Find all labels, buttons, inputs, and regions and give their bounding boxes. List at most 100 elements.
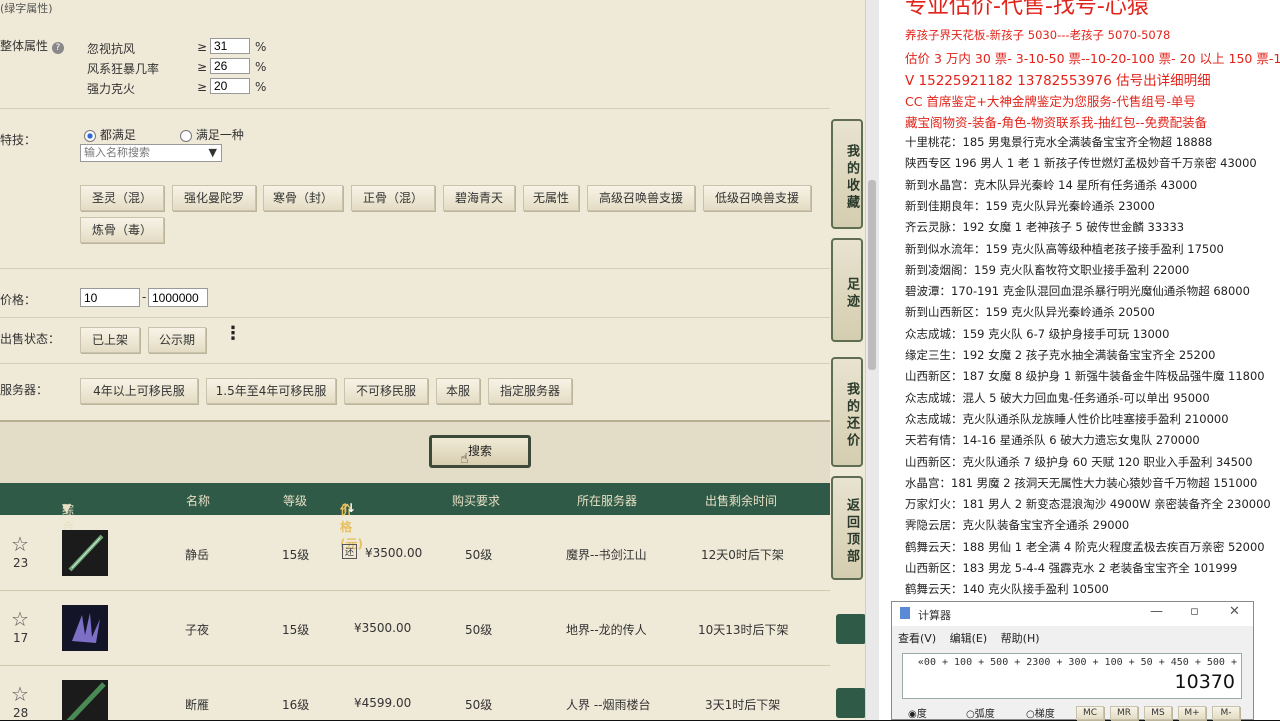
item-name[interactable]: 断雁: [185, 696, 209, 713]
chevron-down-icon: ▼: [208, 146, 217, 159]
search-bar-area: [0, 422, 830, 483]
skill-button[interactable]: 正骨（混）: [351, 185, 435, 211]
attr-value-input[interactable]: [210, 38, 250, 54]
item-name[interactable]: 子夜: [185, 621, 209, 638]
calculator-window[interactable]: 计算器 — ▫ ✕ 查看(V) 编辑(E) 帮助(H) «00 + 100 + …: [891, 601, 1254, 720]
whole-attr-label: 整体属性 ?: [0, 37, 64, 54]
attr-value-input[interactable]: [210, 78, 250, 94]
help-icon[interactable]: ?: [51, 42, 64, 54]
attr-unit: %: [255, 40, 267, 54]
calc-display: «00 + 100 + 500 + 2300 + 300 + 100 + 50 …: [902, 653, 1242, 699]
radio-unchecked-icon: ○: [966, 709, 975, 720]
star-icon[interactable]: ☆: [11, 607, 29, 631]
side-tab-history[interactable]: 足迹: [831, 238, 863, 342]
notes-red-line: CC 首席鉴定+大神金牌鉴定为您服务-代售组号-单号: [905, 94, 1196, 109]
table-row[interactable]: ☆ 23 静岳 15级 还 ¥3500.00 50级 魔界--书剑江山 12天0…: [0, 516, 830, 591]
divider: [0, 268, 830, 269]
skill-search-select[interactable]: 输入名称搜索 ▼: [80, 144, 222, 162]
divider: [0, 363, 830, 364]
search-button[interactable]: 搜索 ☝: [429, 435, 531, 468]
calc-menu-help[interactable]: 帮助(H): [1001, 632, 1040, 645]
buy-button[interactable]: [836, 614, 865, 644]
skill-button[interactable]: 碧海青天: [443, 185, 515, 211]
notes-line: 山西新区：183 男龙 5-4-4 强霹克水 2 老装备宝宝齐全 101999: [905, 561, 1238, 575]
notes-red-line: V 15225921182 13782553976 估号出详细明细: [905, 73, 1211, 89]
col-server: 所在服务器: [577, 494, 638, 508]
skill-button[interactable]: 强化曼陀罗: [172, 185, 256, 211]
fav-count: 17: [13, 631, 29, 645]
table-row[interactable]: ☆ 28 断雁 16级 ¥4599.00 50级 人界 --烟雨楼台 3天1时后…: [0, 666, 830, 720]
server-option-button[interactable]: 1.5年至4年可移民服: [206, 378, 336, 404]
calc-mplus-button[interactable]: M+: [1178, 706, 1206, 720]
item-thumbnail[interactable]: [62, 605, 108, 651]
item-time: 12天0时后下架: [701, 548, 784, 562]
radio-degree[interactable]: ◉度: [908, 705, 927, 720]
calc-mminus-button[interactable]: M-: [1212, 706, 1240, 720]
notes-line: 天若有情：14-16 星通杀队 6 破大力遗忘女鬼队 270000: [905, 433, 1200, 448]
skill-button[interactable]: 炼骨（毒）: [80, 217, 164, 243]
status-label: 出售状态：: [0, 332, 61, 346]
star-icon[interactable]: ☆: [11, 532, 29, 556]
calc-mc-button[interactable]: MC: [1076, 706, 1104, 720]
item-thumbnail[interactable]: [62, 530, 108, 576]
skill-button[interactable]: 低级召唤兽支援: [703, 185, 811, 211]
attr-op: ≥: [197, 60, 208, 74]
server-option-button[interactable]: 指定服务器: [488, 378, 572, 404]
server-option-button[interactable]: 4年以上可移民服: [80, 378, 198, 404]
radio-one[interactable]: 满足一种: [180, 126, 244, 143]
skill-button[interactable]: 圣灵（混）: [80, 185, 164, 211]
price-separator: -: [142, 290, 147, 304]
skill-label: 特技：: [0, 133, 37, 147]
calc-menu-edit[interactable]: 编辑(E): [950, 632, 988, 645]
attr-unit: %: [255, 80, 267, 94]
radio-grad[interactable]: ○梯度: [1026, 705, 1055, 720]
calc-menu-view[interactable]: 查看(V): [898, 632, 936, 645]
side-tab-offers[interactable]: 我的还价: [831, 357, 863, 467]
item-price: ¥3500.00: [354, 621, 412, 635]
more-options-icon[interactable]: ⋮: [224, 325, 242, 343]
radio-radian[interactable]: ○弧度: [966, 705, 995, 720]
calculator-icon: [900, 607, 910, 619]
cursor-icon: ☝: [460, 451, 469, 467]
server-option-button[interactable]: 本服: [436, 378, 480, 404]
star-icon[interactable]: ☆: [11, 682, 29, 706]
item-price: ¥3500.00: [365, 546, 423, 560]
close-icon[interactable]: ✕: [1229, 604, 1240, 619]
side-tab-back-to-top[interactable]: 返回顶部: [831, 476, 863, 580]
item-thumbnail[interactable]: [62, 680, 108, 720]
item-level: 15级: [282, 623, 310, 637]
buy-button[interactable]: [836, 688, 865, 718]
minimize-icon[interactable]: —: [1150, 604, 1163, 619]
item-price: ¥4599.00: [354, 696, 412, 710]
price-min-input[interactable]: [80, 288, 140, 307]
fav-count: 23: [13, 556, 29, 570]
table-row[interactable]: ☆ 17 子夜 15级 ¥3500.00 50级 地界--龙的传人 10天13时…: [0, 591, 830, 666]
item-name[interactable]: 静岳: [185, 546, 209, 563]
col-time: 出售剩余时间: [705, 494, 778, 508]
attr-value-input[interactable]: [210, 58, 250, 74]
calc-angle-modes: ◉度 ○弧度 ○梯度: [902, 705, 1062, 721]
caret-down-icon: ▼: [62, 501, 72, 515]
item-server: 魔界--书剑江山: [566, 548, 647, 562]
status-listed-button[interactable]: 已上架: [80, 327, 140, 353]
radio-checked-icon: ◉: [908, 709, 917, 720]
server-option-button[interactable]: 不可移民服: [344, 378, 428, 404]
side-tab-favorites[interactable]: 我的收藏: [831, 119, 863, 229]
item-level: 15级: [282, 548, 310, 562]
calc-titlebar[interactable]: 计算器 — ▫ ✕: [892, 602, 1253, 626]
radio-all[interactable]: 都满足: [84, 126, 136, 143]
maximize-icon[interactable]: ▫: [1190, 604, 1199, 619]
skill-button[interactable]: 寒骨（封）: [263, 185, 343, 211]
notes-line: 齐云灵脉：192 女魔 1 老神孩子 5 破传世金麟 33333: [905, 220, 1185, 235]
scrollbar-thumb[interactable]: [868, 180, 876, 370]
calc-ms-button[interactable]: MS: [1144, 706, 1172, 720]
skill-button[interactable]: 高级召唤兽支援: [587, 185, 695, 211]
calc-mr-button[interactable]: MR: [1110, 706, 1138, 720]
attr-name: 强力克火: [87, 82, 136, 96]
notes-line: 众志成城：混人 5 破大力回血鬼-任务通杀-可以单出 95000: [905, 390, 1210, 405]
notes-line: 陕西专区 196 男人 1 老 1 新孩子传世燃灯孟极妙音千万亲密 43000: [905, 156, 1257, 171]
price-max-input[interactable]: [148, 288, 208, 307]
notes-red-line: 养孩子界天花板-新孩子 5030---老孩子 5070-5078: [905, 28, 1171, 42]
skill-button[interactable]: 无属性: [523, 185, 579, 211]
status-public-button[interactable]: 公示期: [148, 327, 206, 353]
